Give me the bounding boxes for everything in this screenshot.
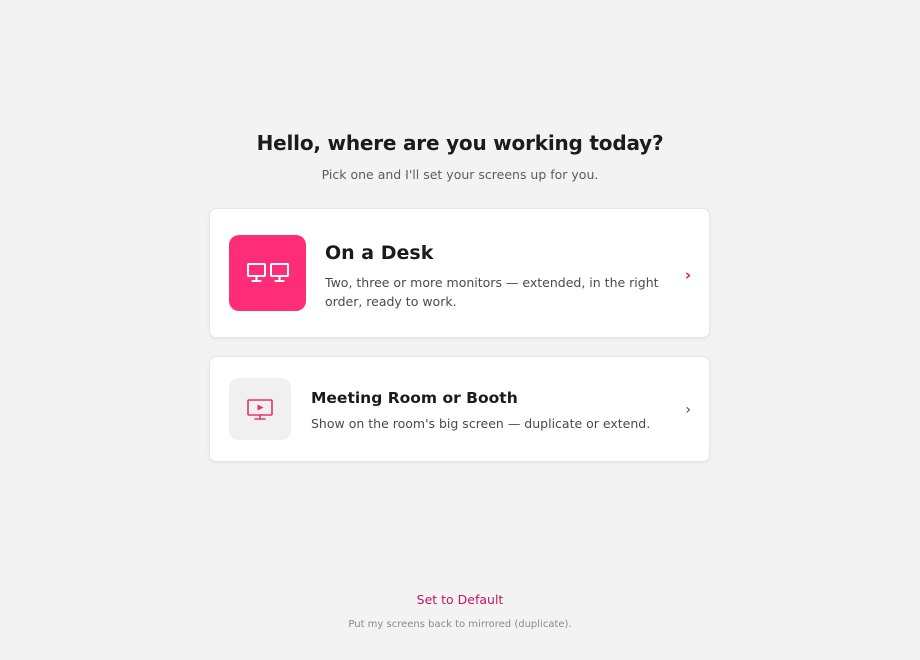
chevron-right-icon: › <box>684 266 691 284</box>
meeting-icon-tile <box>229 378 291 440</box>
option-description: Show on the room's big screen — duplicat… <box>311 416 651 431</box>
set-default-note: Put my screens back to mirrored (duplica… <box>348 619 572 630</box>
set-default-link[interactable]: Set to Default <box>417 592 504 607</box>
dual-monitor-icon <box>246 263 289 282</box>
option-description: Two, three or more monitors — extended, … <box>325 275 659 309</box>
desk-icon-tile <box>229 235 306 311</box>
option-title: On a Desk <box>325 242 434 264</box>
page-subtitle: Pick one and I'll set your screens up fo… <box>321 167 599 182</box>
option-title: Meeting Room or Booth <box>311 389 518 407</box>
set-default-link-row: Set to Default <box>0 592 920 607</box>
option-card-desk[interactable]: On a Desk Two, three or more monitors — … <box>209 208 710 338</box>
option-card-meeting-room[interactable]: Meeting Room or Booth Show on the room's… <box>209 356 710 462</box>
presentation-screen-icon <box>247 399 273 420</box>
chevron-right-icon: › <box>685 402 691 418</box>
page-title: Hello, where are you working today? <box>256 131 664 155</box>
display-setup-page: Hello, where are you working today? Pick… <box>0 0 920 660</box>
